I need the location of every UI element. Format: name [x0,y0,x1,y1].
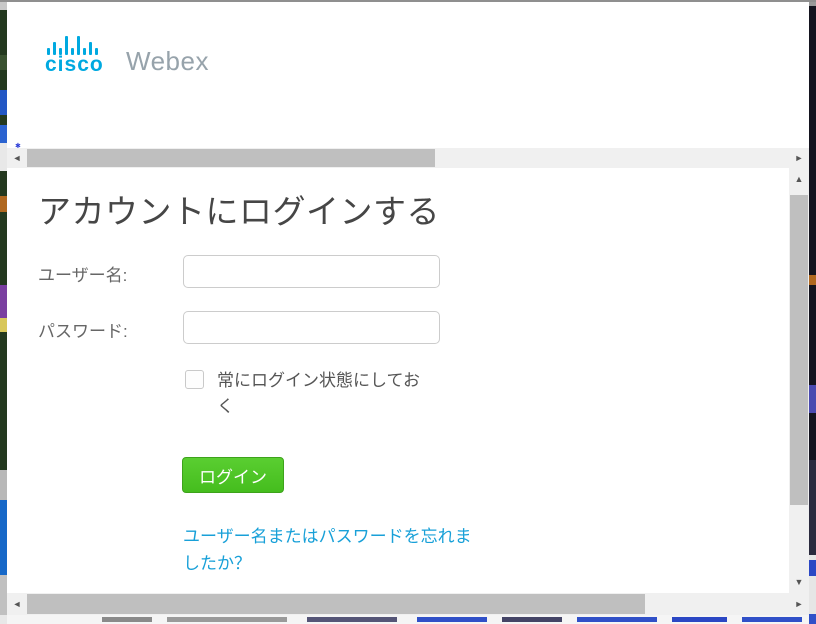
background-fragment [417,617,487,622]
webex-wordmark: Webex [126,46,209,77]
keep-logged-in-label: 常にログイン状態にしておく [217,368,432,419]
horizontal-scrollbar-bottom[interactable]: ◄ ► [7,593,809,615]
background-page-sliver-bottom [7,615,809,624]
keep-logged-in-checkbox[interactable] [185,370,204,389]
background-fragment [0,196,7,212]
username-input[interactable] [183,255,440,288]
username-label: ユーザー名: [38,261,127,286]
password-input[interactable] [183,311,440,344]
background-fragment [0,285,7,318]
background-fragment [809,385,816,413]
background-fragment [0,500,7,575]
horizontal-scrollbar-top[interactable]: ◄ ► [7,148,809,168]
background-fragment [0,615,7,624]
scrollbar-thumb[interactable] [790,195,808,505]
cisco-wordmark: cisco [45,53,104,77]
scroll-up-icon[interactable]: ▲ [789,170,809,188]
background-page-sliver-right [809,0,816,624]
background-fragment [0,125,7,143]
scroll-right-icon[interactable]: ► [789,148,809,168]
background-page-sliver-left [0,0,7,624]
background-fragment [577,617,657,622]
forgot-credentials-link[interactable]: ユーザー名またはパスワードを忘れましたか？ [183,523,488,577]
background-fragment [102,617,152,622]
background-fragment [0,55,7,70]
scroll-down-icon[interactable]: ▼ [789,573,809,591]
scroll-left-icon[interactable]: ◄ [7,593,27,615]
background-fragment [307,617,397,622]
scrollbar-thumb[interactable] [27,149,435,167]
password-label: パスワード: [38,317,128,342]
background-fragment [0,143,7,171]
scrollbar-thumb[interactable] [27,594,645,614]
background-fragment [742,617,802,622]
background-fragment [502,617,562,622]
background-fragment [809,614,816,624]
background-fragment [0,470,7,500]
background-fragment [167,617,287,622]
cisco-logo-icon [47,35,98,55]
login-button[interactable]: ログイン [182,457,284,493]
background-fragment [809,560,816,576]
scroll-right-icon[interactable]: ► [789,593,809,615]
page-title: アカウントにログインする [38,185,440,233]
screen: cisco Webex ◄ ► ✱ アカウントにログインする ユーザー名: パス… [0,0,816,624]
vertical-scrollbar[interactable]: ▲ ▼ [789,168,809,593]
background-fragment [809,275,816,285]
background-fragment [0,90,7,115]
scroll-left-icon[interactable]: ◄ [7,148,27,168]
background-fragment [0,318,7,332]
webex-login-dialog: cisco Webex ◄ ► ✱ アカウントにログインする ユーザー名: パス… [7,2,809,615]
blue-dot-artifact: ✱ [15,144,20,149]
background-fragment [672,617,727,622]
background-fragment [809,460,816,555]
background-fragment [0,575,7,615]
